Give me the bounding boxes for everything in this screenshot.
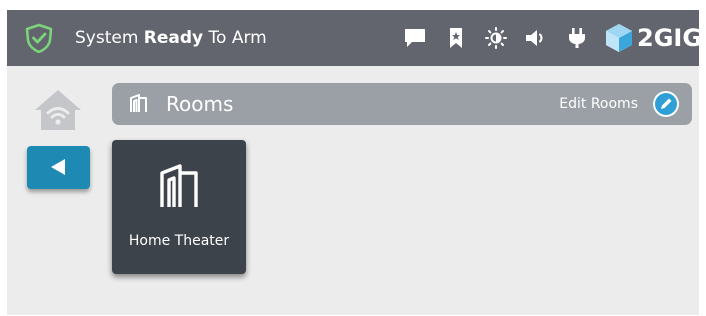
message-icon[interactable] [403,27,427,49]
app-screen: System Ready To Arm 2GIG Rooms Edit Room… [7,10,703,315]
rooms-header-bar: Rooms Edit Rooms [112,83,692,125]
cube-logo-icon [606,24,632,52]
system-status-text[interactable]: System Ready To Arm [75,27,267,49]
brand-logo: 2GIG [603,20,703,56]
status-suffix: To Arm [203,28,267,48]
rooms-title: Rooms [166,92,234,116]
back-button[interactable] [27,146,90,189]
back-arrow-icon [51,159,65,175]
bookmark-icon[interactable] [444,27,468,49]
edit-pencil-icon[interactable] [653,91,679,117]
status-state: Ready [143,28,204,48]
room-tile-home-theater[interactable]: Home Theater [112,140,246,274]
rooms-icon [130,94,147,112]
shield-check-icon[interactable] [24,23,54,53]
edit-rooms-label[interactable]: Edit Rooms [559,95,638,113]
volume-icon[interactable] [524,27,548,49]
status-prefix: System [75,28,144,48]
room-tile-label: Home Theater [128,233,230,249]
brightness-icon[interactable] [484,27,508,49]
home-wifi-icon[interactable] [33,88,83,132]
logo-text: 2GIG [637,24,703,52]
room-door-icon [160,164,198,207]
top-status-bar: System Ready To Arm 2GIG [7,10,703,66]
power-plug-icon[interactable] [565,27,589,49]
